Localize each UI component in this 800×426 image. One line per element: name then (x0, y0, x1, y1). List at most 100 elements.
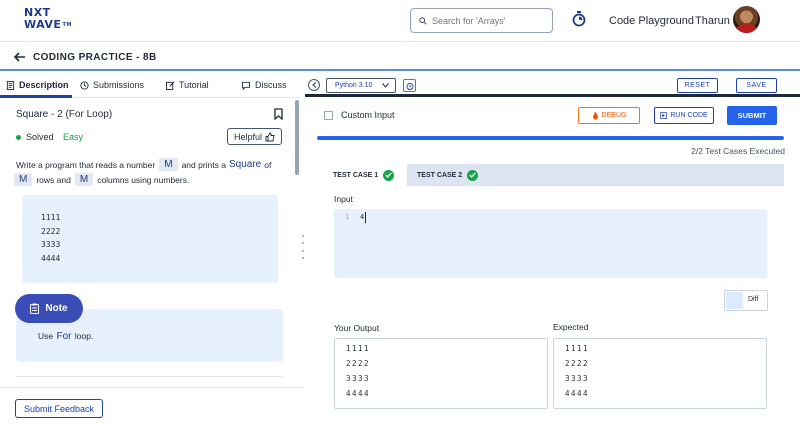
expand-editor-button[interactable] (403, 79, 416, 92)
custom-input-checkbox[interactable] (324, 110, 333, 120)
tab-discuss-label: Discuss (255, 80, 287, 90)
test-cases-executed: 2/2 Test Cases Executed (691, 146, 785, 156)
tab-discuss[interactable]: Discuss (241, 80, 287, 90)
tab-test-case-1[interactable]: TEST CASE 1 (317, 164, 407, 186)
solved-status: Solved (16, 132, 54, 142)
custom-input-toggle[interactable]: Custom Input (324, 110, 395, 120)
submit-button[interactable]: SUBMIT (727, 106, 777, 125)
logo-trademark: TM (62, 22, 72, 28)
example-line: 3333 (41, 240, 61, 249)
tab-tutorial-label: Tutorial (179, 80, 209, 90)
diff-label: Diff (748, 296, 759, 303)
language-select[interactable]: Python 3.10 (326, 78, 396, 93)
difficulty-badge: Easy (63, 132, 84, 142)
check-circle-icon (383, 169, 395, 181)
helpful-label: Helpful (233, 131, 262, 142)
note-badge: Note (15, 294, 83, 323)
tab-submissions[interactable]: Submissions (80, 80, 144, 90)
note-text-part: loop. (74, 331, 94, 341)
note-label: Note (45, 303, 68, 314)
search-box[interactable] (410, 8, 553, 33)
chevron-left-icon (311, 82, 316, 88)
tab-submissions-label: Submissions (93, 80, 145, 90)
note-text: Use For loop. (38, 331, 93, 342)
desc-text: rows and (36, 174, 71, 185)
var-chip: M (74, 173, 94, 186)
diff-toggle-knob (726, 292, 743, 309)
timer-icon (406, 82, 413, 90)
description-line-2: M rows and M columns using numbers. (14, 173, 189, 186)
diff-toggle[interactable]: Diff (724, 290, 768, 311)
output-line: 3333 (346, 374, 371, 383)
expected-line: 4444 (565, 389, 590, 398)
desc-text: of (264, 159, 272, 170)
expected-line: 1111 (565, 344, 590, 353)
helpful-button[interactable]: Helpful (227, 128, 282, 145)
run-code-label: RUN CODE (670, 112, 708, 119)
test-progress-bar (317, 136, 784, 140)
example-line: 1111 (41, 213, 61, 222)
run-code-button[interactable]: RUN CODE (654, 107, 714, 124)
expected-output-box: 1111 2222 3333 4444 (553, 338, 767, 409)
problem-tabs: Description Submissions Tutorial Discuss (0, 73, 300, 98)
expected-label: Expected (553, 322, 589, 332)
top-navbar: NXT WAVETM Code Playground Tharun (0, 0, 800, 42)
expected-line: 3333 (565, 374, 590, 383)
collapse-panel-button[interactable] (308, 79, 320, 91)
user-avatar[interactable] (733, 6, 760, 33)
your-output-label: Your Output (334, 323, 380, 333)
square-keyword: Square (228, 159, 262, 170)
chat-icon (241, 81, 251, 90)
desc-text: columns using numbers. (97, 174, 190, 185)
play-icon (660, 112, 668, 119)
page-title: CODING PRACTICE - 8B (33, 52, 157, 63)
test-case-tabs: TEST CASE 1 TEST CASE 2 (317, 164, 784, 186)
expected-line: 2222 (565, 359, 590, 368)
test-input-area[interactable] (334, 209, 767, 278)
solved-dot-icon (16, 134, 21, 140)
logo-line-2: WAVE (24, 18, 62, 31)
reset-button[interactable]: RESET (677, 78, 718, 93)
stopwatch-icon[interactable] (572, 11, 586, 27)
edit-icon (166, 81, 175, 90)
search-icon (419, 16, 427, 25)
custom-input-label: Custom Input (341, 110, 395, 120)
problem-title: Square - 2 (For Loop) (16, 109, 113, 120)
thumbs-up-icon (265, 132, 275, 141)
tab-test-case-2[interactable]: TEST CASE 2 (401, 164, 491, 186)
left-scrollbar[interactable] (295, 100, 299, 175)
bookmark-icon[interactable] (274, 108, 283, 120)
example-output-box: 1111 2222 3333 4444 (22, 195, 278, 283)
debug-label: DEBUG (601, 112, 627, 119)
var-chip: M (159, 158, 178, 171)
example-line: 2222 (41, 226, 61, 236)
desc-text: and prints a (181, 159, 226, 170)
test-progress-fill (317, 136, 784, 140)
desc-text: Write a program that reads a number (16, 159, 156, 170)
example-line: 4444 (41, 253, 61, 263)
language-value: Python 3.10 (335, 82, 373, 89)
tab-description[interactable]: Description (6, 80, 69, 90)
description-line-1: Write a program that reads a number M an… (16, 158, 271, 171)
panel-splitter-handle[interactable] (302, 235, 305, 259)
input-value: 4 (360, 213, 365, 221)
test-case-1-label: TEST CASE 1 (333, 171, 379, 179)
input-label: Input (334, 194, 353, 204)
note-text-part: Use (38, 331, 54, 341)
output-line: 1111 (346, 344, 371, 353)
tab-tutorial[interactable]: Tutorial (166, 80, 209, 90)
submit-feedback-button[interactable]: Submit Feedback (15, 399, 103, 418)
debug-button[interactable]: DEBUG (578, 107, 640, 124)
nxtwave-logo[interactable]: NXT WAVETM (24, 7, 71, 35)
practice-header: CODING PRACTICE - 8B (0, 43, 800, 71)
back-arrow-icon[interactable] (14, 52, 26, 62)
code-playground-link[interactable]: Code Playground (609, 15, 694, 27)
var-chip: M (14, 173, 33, 186)
output-line: 2222 (346, 359, 371, 368)
chevron-down-icon (382, 83, 390, 88)
check-circle-icon (467, 169, 479, 181)
for-keyword: For (56, 331, 72, 342)
text-caret (365, 212, 366, 223)
save-button[interactable]: SAVE (736, 78, 777, 93)
search-input[interactable] (432, 15, 547, 26)
